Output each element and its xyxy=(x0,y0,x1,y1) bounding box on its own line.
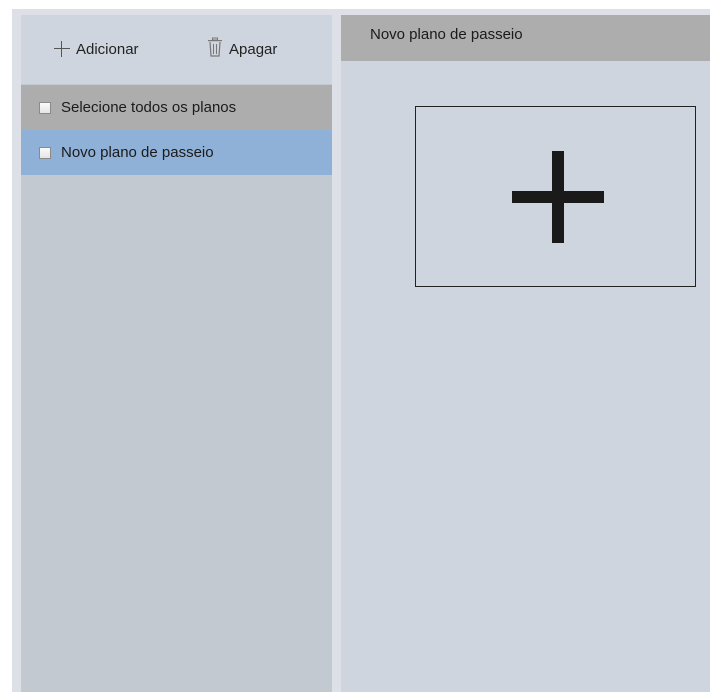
plan-item-label: Novo plano de passeio xyxy=(61,144,214,161)
delete-plan-button[interactable]: Apagar xyxy=(207,35,277,63)
tour-plan-app: Adicionar Apagar Selecione todos os plan… xyxy=(12,9,710,692)
add-point-button[interactable] xyxy=(415,106,696,287)
plus-icon xyxy=(512,151,604,243)
select-all-checkbox[interactable] xyxy=(39,101,51,114)
delete-plan-label: Apagar xyxy=(229,40,278,58)
plan-detail-panel: Novo plano de passeio xyxy=(341,15,710,692)
plan-item-checkbox[interactable] xyxy=(39,146,51,159)
select-all-row[interactable]: Selecione todos os planos xyxy=(21,85,332,130)
list-item[interactable]: Novo plano de passeio xyxy=(21,130,332,175)
window-frame: Adicionar Apagar Selecione todos os plan… xyxy=(0,0,710,692)
plan-detail-title: Novo plano de passeio xyxy=(370,25,523,43)
add-plan-button[interactable]: Adicionar xyxy=(54,35,139,63)
plan-detail-header: Novo plano de passeio xyxy=(341,15,710,61)
add-plan-label: Adicionar xyxy=(76,40,139,58)
plus-icon xyxy=(54,41,70,57)
plan-list-panel: Adicionar Apagar Selecione todos os plan… xyxy=(21,15,332,692)
plan-toolbar: Adicionar Apagar xyxy=(21,15,332,84)
trash-icon xyxy=(207,37,223,61)
select-all-label: Selecione todos os planos xyxy=(61,99,237,116)
